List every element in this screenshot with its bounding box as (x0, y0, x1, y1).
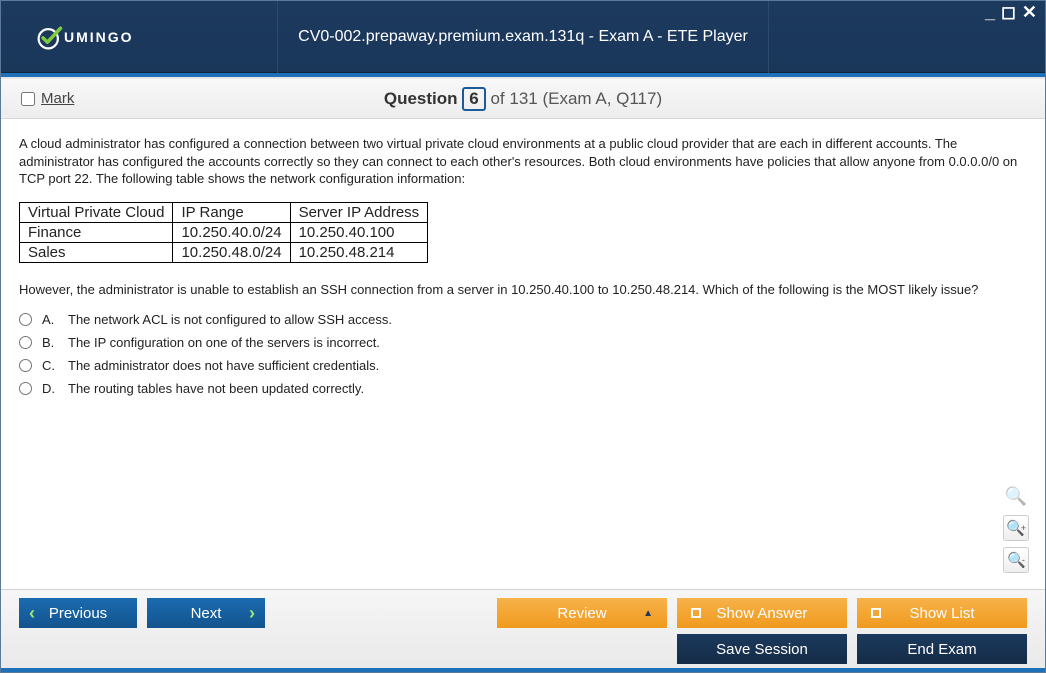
square-icon (871, 608, 881, 618)
option-d[interactable]: D. The routing tables have not been upda… (19, 381, 1027, 396)
next-button[interactable]: Next › (147, 598, 265, 628)
option-b[interactable]: B. The IP configuration on one of the se… (19, 335, 1027, 350)
show-list-button[interactable]: Show List (857, 598, 1027, 628)
question-label: Question (384, 89, 458, 108)
question-header: Mark Question 6 of 131 (Exam A, Q117) (1, 79, 1045, 119)
square-icon (691, 608, 701, 618)
answer-options: A. The network ACL is not configured to … (19, 312, 1027, 396)
window-title-wrap: CV0-002.prepaway.premium.exam.131q - Exa… (1, 1, 1045, 73)
option-b-text: The IP configuration on one of the serve… (68, 335, 380, 350)
search-icon[interactable]: 🔍 (1003, 483, 1029, 509)
previous-button[interactable]: ‹ Previous (19, 598, 137, 628)
review-button[interactable]: Review ▲ (497, 598, 667, 628)
th-vpc: Virtual Private Cloud (20, 202, 173, 222)
option-d-radio[interactable] (19, 382, 32, 395)
th-iprange: IP Range (173, 202, 290, 222)
option-b-radio[interactable] (19, 336, 32, 349)
option-c[interactable]: C. The administrator does not have suffi… (19, 358, 1027, 373)
table-header-row: Virtual Private Cloud IP Range Server IP… (20, 202, 428, 222)
question-text-1: A cloud administrator has configured a c… (19, 135, 1027, 188)
window-title: CV0-002.prepaway.premium.exam.131q - Exa… (277, 1, 769, 73)
option-c-text: The administrator does not have sufficie… (68, 358, 379, 373)
zoom-in-button[interactable]: 🔍+ (1003, 515, 1029, 541)
zoom-out-button[interactable]: 🔍- (1003, 547, 1029, 573)
option-d-text: The routing tables have not been updated… (68, 381, 364, 396)
content-area: A cloud administrator has configured a c… (1, 119, 1045, 589)
triangle-up-icon: ▲ (643, 608, 653, 619)
chevron-right-icon: › (249, 603, 255, 624)
network-table: Virtual Private Cloud IP Range Server IP… (19, 202, 428, 263)
question-text-2: However, the administrator is unable to … (19, 281, 1027, 299)
option-a-text: The network ACL is not configured to all… (68, 312, 392, 327)
title-bar: _ ◻ ✕ UMINGO CV0-002.prepaway.premium.ex… (1, 1, 1045, 73)
show-answer-button[interactable]: Show Answer (677, 598, 847, 628)
end-exam-button[interactable]: End Exam (857, 634, 1027, 664)
option-c-radio[interactable] (19, 359, 32, 372)
question-number: 6 (462, 87, 485, 111)
table-row: Finance 10.250.40.0/24 10.250.40.100 (20, 222, 428, 242)
option-a[interactable]: A. The network ACL is not configured to … (19, 312, 1027, 327)
option-a-radio[interactable] (19, 313, 32, 326)
footer: ‹ Previous Next › Review ▲ Show Answer S… (1, 589, 1045, 671)
question-total: of 131 (Exam A, Q117) (490, 89, 662, 108)
footer-row-1: ‹ Previous Next › Review ▲ Show Answer S… (1, 590, 1045, 632)
question-info: Question 6 of 131 (Exam A, Q117) (1, 87, 1045, 111)
chevron-left-icon: ‹ (29, 603, 35, 624)
table-row: Sales 10.250.48.0/24 10.250.48.214 (20, 242, 428, 262)
zoom-controls: 🔍 🔍+ 🔍- (1003, 483, 1029, 573)
footer-row-2: Save Session End Exam (1, 632, 1045, 668)
bottom-accent-bar (1, 668, 1045, 672)
th-serverip: Server IP Address (290, 202, 428, 222)
save-session-button[interactable]: Save Session (677, 634, 847, 664)
